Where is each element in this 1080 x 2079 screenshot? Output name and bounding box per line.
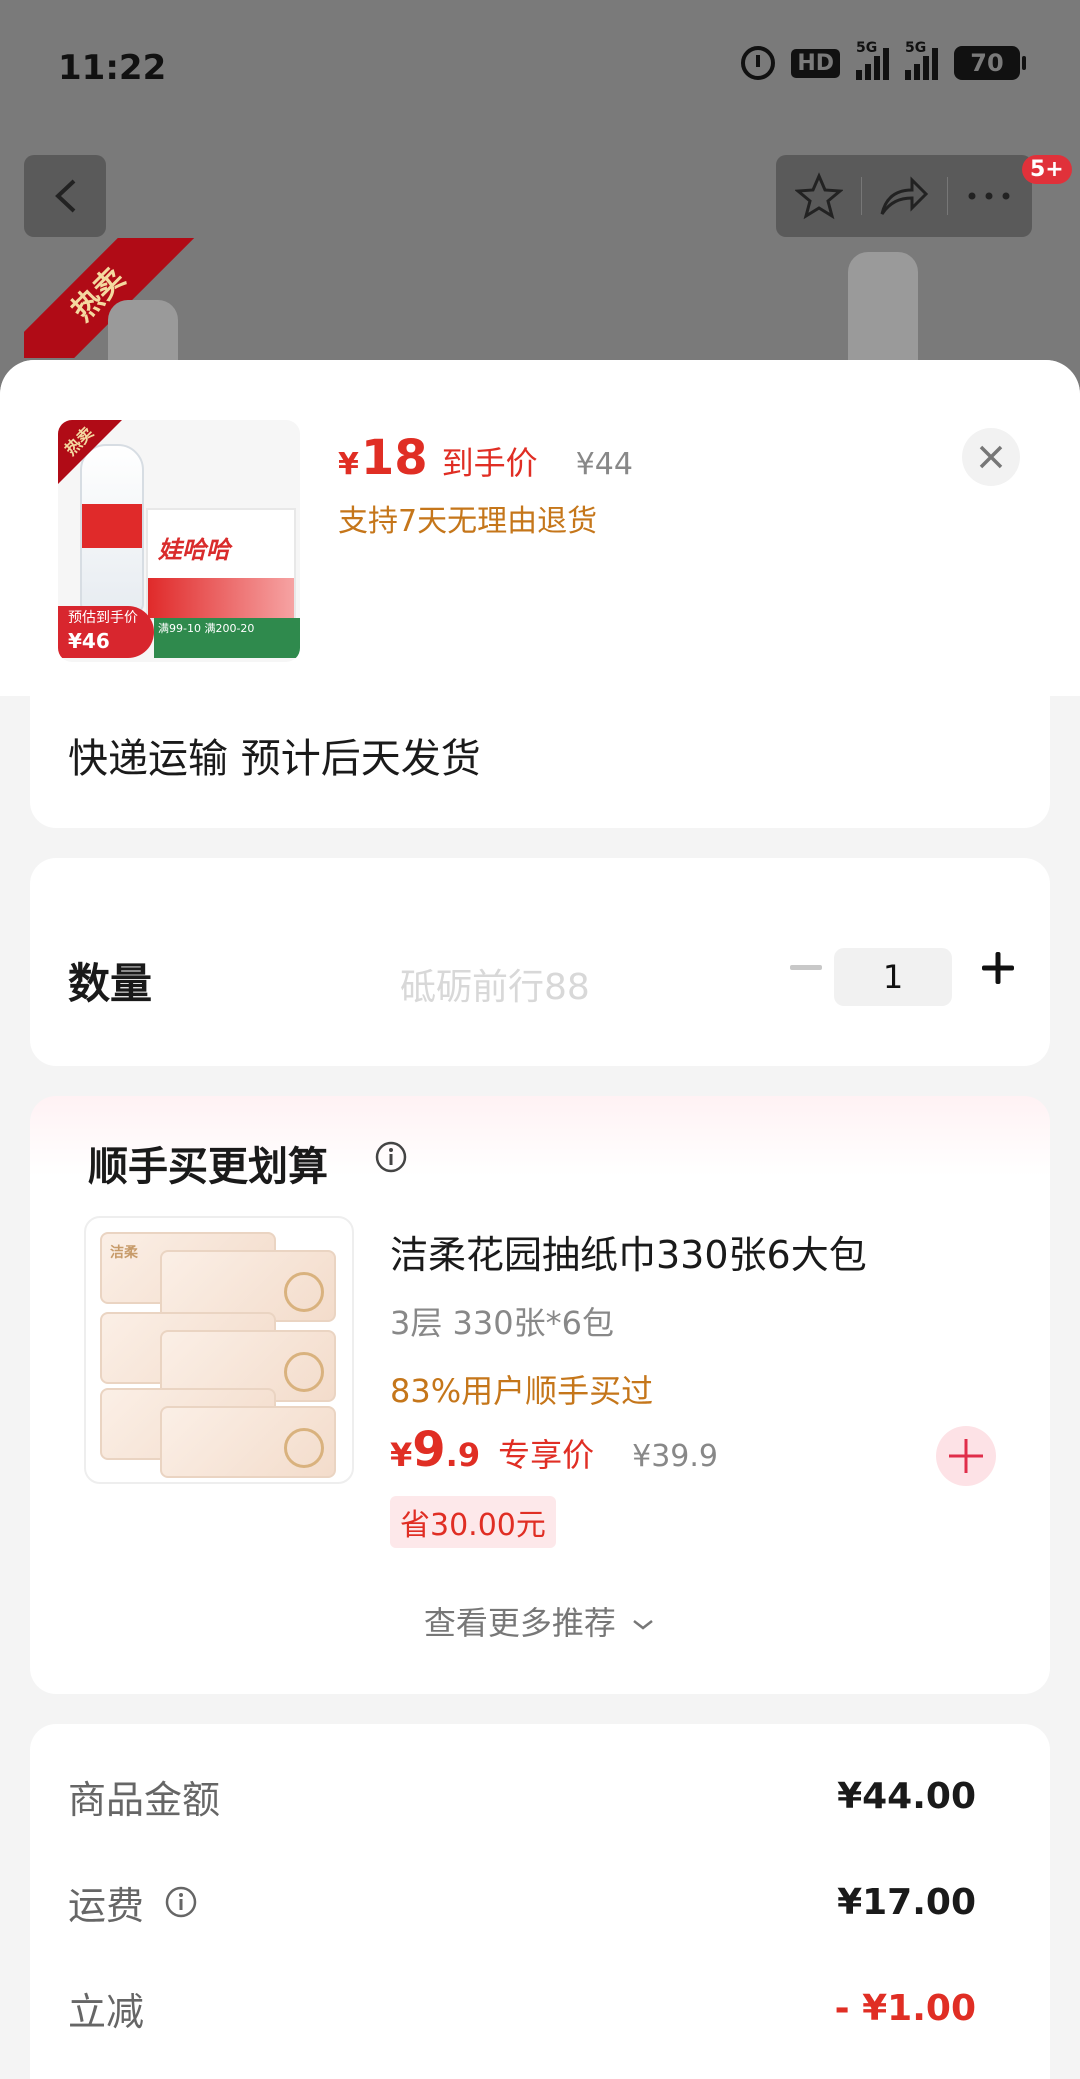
- cart-badge: 5+: [1022, 155, 1072, 184]
- recommend-buyers: 83%用户顺手买过: [390, 1372, 654, 1410]
- price-line: ¥ 18 到手价 ¥44: [338, 430, 633, 486]
- close-button[interactable]: [962, 428, 1020, 486]
- alarm-icon: [741, 46, 776, 80]
- shipping-card: 快递运输 预计后天发货: [30, 696, 1050, 828]
- minus-icon: [790, 965, 822, 970]
- box-brand: 娃哈哈: [158, 536, 230, 564]
- save-badge: 省30.00元: [390, 1496, 556, 1548]
- more-icon: [968, 192, 1010, 200]
- signal-label: 5G: [905, 40, 927, 56]
- estimated-price-value: ¥46: [68, 629, 110, 653]
- original-price: ¥44: [575, 447, 633, 482]
- signal-icon: 5G: [905, 40, 938, 80]
- shipping-text: 快递运输 预计后天发货: [68, 736, 481, 782]
- summary-value: - ¥1.00: [834, 1987, 976, 2029]
- recommend-price-dec: .9: [445, 1436, 481, 1474]
- estimated-price-label: 预估到手价: [68, 610, 138, 626]
- box-image: 娃哈哈: [146, 508, 296, 620]
- hd-icon: HD: [791, 48, 840, 78]
- favorite-button[interactable]: [776, 155, 861, 237]
- summary-value: ¥17.00: [837, 1881, 976, 1923]
- action-group: [776, 155, 1032, 237]
- info-icon[interactable]: [164, 1885, 198, 1919]
- recommend-price-int: 9: [412, 1422, 446, 1478]
- signal-icon: 5G: [856, 40, 889, 80]
- more-recommend-label: 查看更多推荐: [423, 1604, 616, 1642]
- estimated-price-badge: 预估到手价 ¥46: [58, 606, 154, 658]
- recommend-thumbnail[interactable]: 洁柔: [84, 1216, 354, 1484]
- status-time: 11:22: [58, 48, 167, 88]
- price-symbol: ¥: [338, 447, 359, 482]
- recommend-spec: 3层 330张*6包: [390, 1304, 614, 1342]
- summary-row-discount: 立减 - ¥1.00: [68, 1978, 1012, 2038]
- summary-label: 立减: [68, 1989, 145, 2034]
- more-recommend-link[interactable]: 查看更多推荐: [30, 1598, 1050, 1644]
- summary-label: 商品金额: [68, 1777, 221, 1822]
- chevron-left-icon: [55, 179, 76, 213]
- price-value: 18: [360, 430, 428, 486]
- star-icon: [794, 172, 843, 220]
- summary-label: 运费: [68, 1883, 145, 1928]
- recommend-price-symbol: ¥: [390, 1436, 413, 1474]
- product-thumbnail[interactable]: 娃哈哈 热卖 满99-10 满200-20 预估到手价 ¥46: [58, 420, 300, 662]
- quantity-label: 数量: [68, 959, 153, 1008]
- signal-label: 5G: [856, 40, 878, 56]
- quantity-input[interactable]: 1: [834, 948, 952, 1006]
- background-page: 11:22 HD 5G 5G 70 5+ 热卖: [0, 0, 1080, 420]
- status-bar: 11:22 HD 5G 5G 70: [0, 0, 1080, 140]
- summary-value: ¥44.00: [837, 1775, 976, 1817]
- back-button[interactable]: [24, 155, 106, 237]
- price-tag: 到手价: [441, 444, 538, 482]
- purchase-sheet: 娃哈哈 热卖 满99-10 满200-20 预估到手价 ¥46 ¥ 18 到手价…: [0, 360, 1080, 2079]
- recommend-original-price: ¥39.9: [632, 1439, 718, 1474]
- recommend-name[interactable]: 洁柔花园抽纸巾330张6大包: [390, 1224, 867, 1279]
- info-icon[interactable]: [374, 1140, 408, 1178]
- summary-card: 商品金额 ¥44.00 运费 ¥17.00 立减 - ¥1.00: [30, 1724, 1050, 2079]
- tissue-brand: 洁柔: [110, 1245, 138, 1261]
- add-recommend-button[interactable]: [936, 1426, 996, 1486]
- tissue-pack-image: [160, 1406, 336, 1478]
- sheet-header: 娃哈哈 热卖 满99-10 满200-20 预估到手价 ¥46 ¥ 18 到手价…: [0, 360, 1080, 696]
- share-button[interactable]: [861, 155, 946, 237]
- more-button[interactable]: [946, 155, 1032, 237]
- share-icon: [880, 176, 929, 215]
- recommend-price-line: ¥ 9 .9 专享价 ¥39.9: [390, 1422, 718, 1478]
- recommend-card: 顺手买更划算 洁柔 洁柔花园抽纸巾330张6大包 3层 330张*6包 83%用…: [30, 1096, 1050, 1694]
- summary-row-shipping: 运费 ¥17.00: [68, 1872, 1012, 1932]
- quantity-card: 数量 砥砺前行88 1: [30, 858, 1050, 1066]
- battery-icon: 70: [954, 46, 1026, 80]
- summary-row-goods: 商品金额 ¥44.00: [68, 1766, 1012, 1826]
- watermark: 砥砺前行88: [400, 967, 590, 1008]
- promo-stripe: 满99-10 满200-20: [154, 618, 300, 658]
- return-policy: 支持7天无理由退货: [338, 504, 598, 539]
- close-icon: [979, 445, 1003, 469]
- chevron-down-icon: [633, 1620, 653, 1630]
- plus-icon: [982, 952, 1014, 984]
- recommend-price-tag: 专享价: [498, 1436, 595, 1474]
- plus-icon: [949, 1439, 983, 1473]
- recommend-title: 顺手买更划算: [88, 1144, 328, 1190]
- decrease-button[interactable]: [778, 940, 834, 996]
- increase-button[interactable]: [970, 940, 1026, 996]
- status-icons: HD 5G 5G 70: [741, 40, 1026, 80]
